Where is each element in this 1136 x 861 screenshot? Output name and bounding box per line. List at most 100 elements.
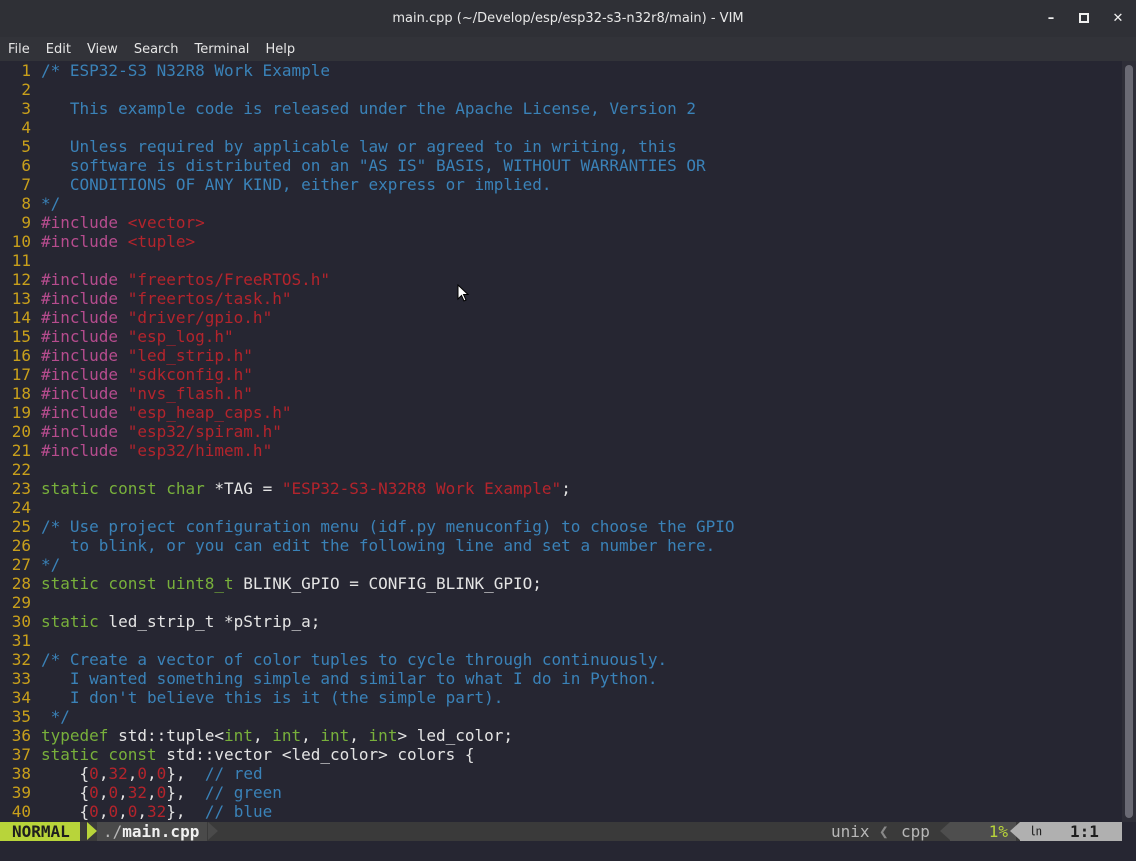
code-text: #include <vector> xyxy=(41,213,205,232)
code-text: CONDITIONS OF ANY KIND, either express o… xyxy=(41,175,552,194)
powerline-separator xyxy=(940,822,950,840)
code-line[interactable]: 39 {0,0,32,0}, // green xyxy=(0,783,1122,802)
code-line[interactable]: 26 to blink, or you can edit the followi… xyxy=(0,536,1122,555)
line-number: 37 xyxy=(11,745,31,764)
code-token: /* Create a vector of color tuples to cy… xyxy=(41,650,668,669)
code-line[interactable]: 31 xyxy=(0,631,1122,650)
cursor-position-value: 1:1 xyxy=(1070,822,1099,841)
code-token: "freertos/task.h" xyxy=(127,289,292,308)
code-line[interactable]: 22 xyxy=(0,460,1122,479)
code-line[interactable]: 23 static const char *TAG = "ESP32-S3-N32… xyxy=(0,479,1122,498)
code-line[interactable]: 17 #include "sdkconfig.h" xyxy=(0,365,1122,384)
code-line[interactable]: 37 static const std::vector <led_color> c… xyxy=(0,745,1122,764)
menu-search[interactable]: Search xyxy=(126,42,187,57)
code-line[interactable]: 30 static led_strip_t *pStrip_a; xyxy=(0,612,1122,631)
code-line[interactable]: 14 #include "driver/gpio.h" xyxy=(0,308,1122,327)
code-text: software is distributed on an "AS IS" BA… xyxy=(41,156,706,175)
code-line[interactable]: 29 xyxy=(0,593,1122,612)
line-number: 17 xyxy=(11,365,31,384)
minimize-icon[interactable]: – xyxy=(1041,8,1061,28)
code-token: "driver/gpio.h" xyxy=(127,308,273,327)
line-number: 11 xyxy=(11,251,31,270)
code-line[interactable]: 1 /* ESP32-S3 N32R8 Work Example xyxy=(0,61,1122,80)
menu-view[interactable]: View xyxy=(79,42,126,57)
code-token: 0 xyxy=(156,764,167,783)
code-line[interactable]: 34 I don't believe this is it (the simpl… xyxy=(0,688,1122,707)
code-line[interactable]: 32 /* Create a vector of color tuples to … xyxy=(0,650,1122,669)
code-token: *TAG = xyxy=(204,479,282,498)
code-editor[interactable]: 1 /* ESP32-S3 N32R8 Work Example 2 3 This e… xyxy=(0,61,1136,822)
code-token: , xyxy=(301,726,321,745)
code-line[interactable]: 25 /* Use project configuration menu (idf… xyxy=(0,517,1122,536)
code-line[interactable]: 3 This example code is released under th… xyxy=(0,99,1122,118)
code-line[interactable]: 2 xyxy=(0,80,1122,99)
code-line[interactable]: 9 #include <vector> xyxy=(0,213,1122,232)
code-token: , xyxy=(147,764,157,783)
code-text: {0,0,32,0}, // green xyxy=(41,783,282,802)
code-token: , xyxy=(98,783,109,802)
code-line[interactable]: 33 I wanted something simple and similar… xyxy=(0,669,1122,688)
line-number: 23 xyxy=(11,479,31,498)
line-number: 19 xyxy=(11,403,31,422)
code-line[interactable]: 6 software is distributed on an "AS IS" … xyxy=(0,156,1122,175)
code-line[interactable]: 38 {0,32,0,0}, // red xyxy=(0,764,1122,783)
line-number: 27 xyxy=(11,555,31,574)
code-token: , xyxy=(127,764,138,783)
command-line[interactable] xyxy=(0,841,1136,861)
code-token: "esp32/himem.h" xyxy=(127,441,273,460)
line-number: 13 xyxy=(11,289,31,308)
scrollbar-thumb[interactable] xyxy=(1125,65,1133,818)
code-line[interactable]: 11 xyxy=(0,251,1122,270)
code-line[interactable]: 40 {0,0,0,32}, // blue xyxy=(0,802,1122,821)
code-token: 0 xyxy=(89,802,99,821)
code-line[interactable]: 28 static const uint8_t BLINK_GPIO = CONF… xyxy=(0,574,1122,593)
file-path: ./main.cpp xyxy=(97,822,208,841)
code-line[interactable]: 13 #include "freertos/task.h" xyxy=(0,289,1122,308)
code-line[interactable]: 36 typedef std::tuple<int, int, int, int>… xyxy=(0,726,1122,745)
code-line[interactable]: 4 xyxy=(0,118,1122,137)
code-text: #include "esp32/himem.h" xyxy=(41,441,272,460)
code-text: /* Use project configuration menu (idf.p… xyxy=(41,517,735,536)
code-line[interactable]: 20 #include "esp32/spiram.h" xyxy=(0,422,1122,441)
menu-terminal[interactable]: Terminal xyxy=(186,42,257,57)
menu-edit[interactable]: Edit xyxy=(38,42,79,57)
code-token: int xyxy=(272,726,302,745)
code-line[interactable]: 5 Unless required by applicable law or a… xyxy=(0,137,1122,156)
code-line[interactable]: 21 #include "esp32/himem.h" xyxy=(0,441,1122,460)
line-number: 7 xyxy=(21,175,31,194)
vim-statusline: NORMAL ./main.cpp unix ❮ cpp 1% ㏑ 1:1 xyxy=(0,822,1122,841)
maximize-icon[interactable] xyxy=(1074,8,1094,28)
code-line[interactable]: 35 */ xyxy=(0,707,1122,726)
code-text: /* ESP32-S3 N32R8 Work Example xyxy=(41,61,330,80)
code-line[interactable]: 8 */ xyxy=(0,194,1122,213)
code-token: #include xyxy=(41,384,128,403)
code-token: #include xyxy=(41,232,128,251)
code-line[interactable]: 24 xyxy=(0,498,1122,517)
line-number: 8 xyxy=(21,194,31,213)
code-line[interactable]: 19 #include "esp_heap_caps.h" xyxy=(0,403,1122,422)
code-line[interactable]: 7 CONDITIONS OF ANY KIND, either express… xyxy=(0,175,1122,194)
line-number: 12 xyxy=(11,270,31,289)
fileformat: unix xyxy=(831,822,870,841)
vertical-scrollbar[interactable] xyxy=(1122,61,1136,822)
code-token: static const xyxy=(41,745,157,764)
code-token: to blink, or you can edit the following … xyxy=(41,536,716,555)
code-line[interactable]: 10 #include <tuple> xyxy=(0,232,1122,251)
menu-file[interactable]: File xyxy=(0,42,38,57)
line-number: 36 xyxy=(11,726,31,745)
line-number: 15 xyxy=(11,327,31,346)
code-line[interactable]: 18 #include "nvs_flash.h" xyxy=(0,384,1122,403)
code-token: This example code is released under the … xyxy=(41,99,697,118)
code-token: software is distributed on an "AS IS" BA… xyxy=(41,156,706,175)
code-line[interactable]: 15 #include "esp_log.h" xyxy=(0,327,1122,346)
code-line[interactable]: 27 */ xyxy=(0,555,1122,574)
close-icon[interactable]: ✕ xyxy=(1108,8,1128,28)
code-token: 32 xyxy=(147,802,167,821)
menu-help[interactable]: Help xyxy=(257,42,303,57)
code-token: #include xyxy=(41,441,128,460)
code-line[interactable]: 12 #include "freertos/FreeRTOS.h" xyxy=(0,270,1122,289)
powerline-separator xyxy=(208,822,218,840)
code-line[interactable]: 16 #include "led_strip.h" xyxy=(0,346,1122,365)
code-token: // red xyxy=(204,764,263,783)
title-bar[interactable]: main.cpp (~/Develop/esp/esp32-s3-n32r8/m… xyxy=(0,0,1136,37)
